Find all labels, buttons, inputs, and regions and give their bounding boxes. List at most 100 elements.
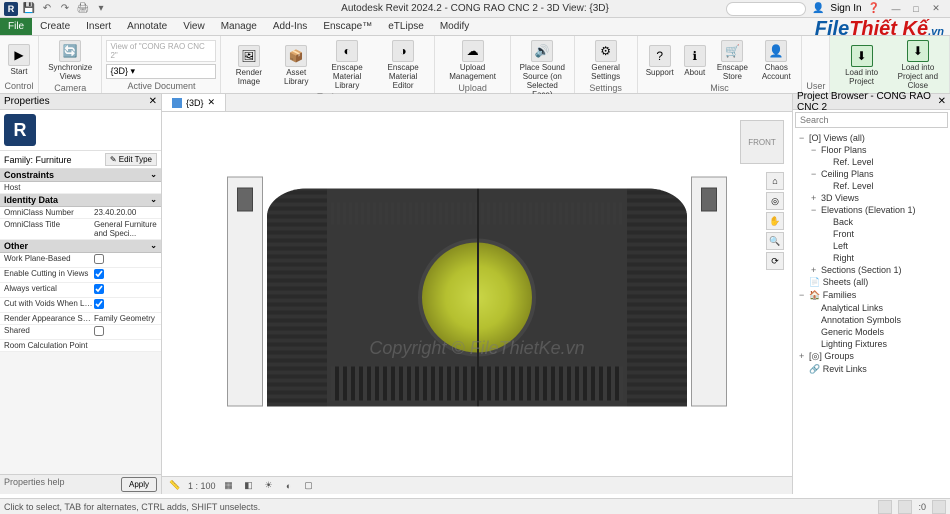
menu-tab-annotate[interactable]: Annotate [119, 18, 175, 35]
tree-item[interactable]: +3D Views [795, 192, 948, 204]
prop-checkbox[interactable] [94, 299, 104, 309]
tree-toggle-icon[interactable]: − [811, 145, 821, 155]
menu-tab-etlipse[interactable]: eTLipse [380, 18, 432, 35]
prop-section-identity-data[interactable]: Identity Data⌄ [0, 194, 161, 207]
vcb-sun-icon[interactable]: ☀ [262, 479, 276, 493]
sb-filter-icon[interactable] [932, 500, 946, 514]
prop-value[interactable]: 23.40.20.00 [94, 208, 157, 217]
prop-checkbox[interactable] [94, 269, 104, 279]
menu-tab-manage[interactable]: Manage [213, 18, 265, 35]
ribbon-btn-start[interactable]: ▶Start [4, 42, 34, 78]
ribbon-btn-synchronize-views[interactable]: 🔄Synchronize Views [43, 38, 97, 83]
view-tab-3d[interactable]: {3D} ✕ [162, 94, 226, 111]
maximize-button[interactable]: □ [906, 1, 926, 17]
minimize-button[interactable]: — [886, 1, 906, 17]
nav-wheel-icon[interactable]: ◎ [766, 192, 784, 210]
ribbon-btn-enscape-store[interactable]: 🛒Enscape Store [712, 38, 753, 83]
vcb-detail-icon[interactable]: ▦ [222, 479, 236, 493]
prop-value[interactable]: General Furniture and Speci... [94, 220, 157, 238]
prop-value[interactable] [94, 341, 157, 350]
tree-toggle-icon[interactable]: − [799, 290, 809, 300]
browser-close-icon[interactable]: ✕ [938, 96, 946, 107]
tree-item[interactable]: +Sections (Section 1) [795, 264, 948, 276]
title-search-input[interactable] [726, 2, 806, 16]
tree-item[interactable]: Ref. Level [795, 180, 948, 192]
tree-item[interactable]: Right [795, 252, 948, 264]
ribbon-btn-load-into-project[interactable]: ⬇Load into Project [834, 43, 888, 88]
tree-item[interactable]: Back [795, 216, 948, 228]
tree-item[interactable]: +[◎] Groups [795, 350, 948, 363]
help-icon[interactable]: ❓ [868, 3, 880, 14]
tree-toggle-icon[interactable]: + [811, 265, 821, 275]
tree-item[interactable]: −Elevations (Elevation 1) [795, 204, 948, 216]
ribbon-btn-upload-management[interactable]: ☁Upload Management [439, 38, 506, 83]
user-icon[interactable]: 👤 [812, 3, 824, 14]
edit-type-button[interactable]: ✎ Edit Type [105, 153, 157, 166]
tree-item[interactable]: −[O] Views (all) [795, 132, 948, 144]
qa-print-icon[interactable]: 🖨 [76, 2, 90, 16]
vcb-visual-icon[interactable]: ◧ [242, 479, 256, 493]
view-tab-close-icon[interactable]: ✕ [208, 97, 216, 108]
qa-redo-icon[interactable]: ↷ [58, 2, 72, 16]
ribbon-btn-enscape-material-editor[interactable]: ◑Enscape Material Editor [376, 38, 430, 92]
prop-value[interactable] [94, 183, 157, 192]
close-button[interactable]: ✕ [926, 1, 946, 17]
tree-item[interactable]: Lighting Fixtures [795, 338, 948, 350]
prop-value[interactable]: Family Geometry [94, 314, 157, 323]
menu-tab-enscape[interactable]: Enscape™ [315, 18, 380, 35]
menu-tab-modify[interactable]: Modify [432, 18, 477, 35]
tree-item[interactable]: Annotation Symbols [795, 314, 948, 326]
tree-toggle-icon[interactable]: − [811, 169, 821, 179]
prop-section-other[interactable]: Other⌄ [0, 240, 161, 253]
menu-tab-create[interactable]: Create [32, 18, 78, 35]
tree-toggle-icon[interactable]: + [799, 351, 809, 361]
ribbon-btn-place-sound-source-on-selected-face-[interactable]: 🔊Place Sound Source (on Selected Face) [515, 38, 569, 101]
ribbon-btn-enscape-material-library[interactable]: ◐Enscape Material Library [320, 38, 374, 92]
tree-item[interactable]: −Floor Plans [795, 144, 948, 156]
nav-orbit-icon[interactable]: ⟳ [766, 252, 784, 270]
tree-item[interactable]: Analytical Links [795, 302, 948, 314]
vcb-scale[interactable]: 1 : 100 [188, 481, 216, 491]
tree-item[interactable]: −🏠 Families [795, 289, 948, 302]
prop-checkbox[interactable] [94, 284, 104, 294]
nav-home-icon[interactable]: ⌂ [766, 172, 784, 190]
tree-toggle-icon[interactable]: − [799, 133, 809, 143]
apply-button[interactable]: Apply [121, 477, 157, 492]
browser-search-input[interactable] [795, 112, 948, 128]
ribbon-btn-render-image[interactable]: 🖼Render Image [225, 43, 272, 88]
prop-checkbox[interactable] [94, 326, 104, 336]
menu-tab-addins[interactable]: Add-Ins [265, 18, 315, 35]
ribbon-btn-chaos-account[interactable]: 👤Chaos Account [755, 38, 797, 83]
tree-toggle-icon[interactable]: + [811, 193, 821, 203]
qa-save-icon[interactable]: 💾 [22, 2, 36, 16]
tree-item[interactable]: Ref. Level [795, 156, 948, 168]
viewcube[interactable]: FRONT [740, 120, 784, 164]
qa-dropdown-icon[interactable]: ▾ [94, 2, 108, 16]
ribbon-btn-asset-library[interactable]: 📦Asset Library [274, 43, 318, 88]
tree-toggle-icon[interactable]: − [811, 205, 821, 215]
tree-item[interactable]: Generic Models [795, 326, 948, 338]
ribbon-btn-general-settings[interactable]: ⚙General Settings [579, 38, 633, 83]
prop-section-constraints[interactable]: Constraints⌄ [0, 169, 161, 182]
tree-item[interactable]: Left [795, 240, 948, 252]
menu-tab-insert[interactable]: Insert [78, 18, 119, 35]
vcb-scale-icon[interactable]: 📏 [168, 479, 182, 493]
qa-undo-icon[interactable]: ↶ [40, 2, 54, 16]
tree-item[interactable]: Front [795, 228, 948, 240]
signin-link[interactable]: Sign In [830, 3, 861, 14]
properties-help-link[interactable]: Properties help [4, 477, 65, 492]
vcb-shadow-icon[interactable]: ◐ [282, 479, 296, 493]
nav-zoom-icon[interactable]: 🔍 [766, 232, 784, 250]
canvas-3d-view[interactable]: FRONT ⌂ ◎ ✋ 🔍 ⟳ [162, 112, 792, 476]
ribbon-btn-support[interactable]: ?Support [642, 43, 678, 79]
nav-pan-icon[interactable]: ✋ [766, 212, 784, 230]
vcb-crop-icon[interactable]: ▢ [302, 479, 316, 493]
ribbon-btn-about[interactable]: ℹAbout [680, 43, 710, 79]
prop-checkbox[interactable] [94, 254, 104, 264]
menu-file[interactable]: File [0, 18, 32, 35]
sb-icon-2[interactable] [898, 500, 912, 514]
active-view-dropdown[interactable]: {3D} ▾ [106, 64, 216, 79]
menu-tab-view[interactable]: View [175, 18, 213, 35]
tree-item[interactable]: 📄 Sheets (all) [795, 276, 948, 289]
tree-item[interactable]: 🔗 Revit Links [795, 363, 948, 376]
